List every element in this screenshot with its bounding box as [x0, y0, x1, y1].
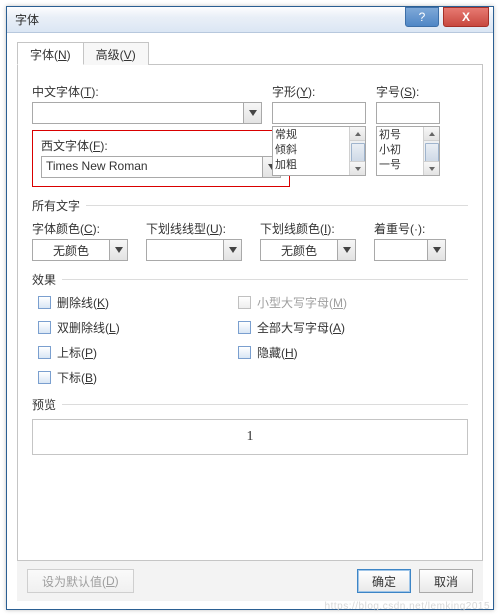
row1-labels: 中文字体(T): 字形(Y): 字号(S): [32, 83, 468, 100]
scrollbar[interactable] [423, 127, 439, 175]
font-size-label: 字号(S): [376, 83, 456, 100]
effects-area: 删除线(K) 双删除线(L) 上标(P) 下标(B) 小型大写字母(M) 全部大… [32, 294, 468, 386]
hidden-checkbox[interactable]: 隐藏(H) [238, 344, 468, 361]
checkbox-icon [38, 371, 51, 384]
underline-style-label: 下划线线型(U): [146, 220, 260, 237]
checkbox-icon [238, 296, 251, 309]
font-color-combo[interactable]: 无颜色 [32, 239, 128, 261]
scroll-up-icon[interactable] [350, 127, 365, 141]
titlebar: 字体 ? X [7, 7, 493, 33]
preview-text: 1 [247, 429, 254, 445]
underline-style-value [147, 240, 223, 260]
western-font-value[interactable]: Times New Roman [42, 157, 262, 177]
font-color-value: 无颜色 [33, 240, 109, 260]
western-font-highlight: 西文字体(F): Times New Roman [32, 130, 290, 187]
chinese-font-value[interactable] [33, 103, 243, 123]
emphasis-label: 着重号(·): [374, 220, 454, 237]
emphasis-combo[interactable] [374, 239, 446, 261]
font-size-listbox[interactable]: 初号 小初 一号 [376, 126, 440, 176]
font-style-listbox[interactable]: 常规 倾斜 加粗 [272, 126, 366, 176]
set-default-button: 设为默认值(D) [27, 569, 134, 593]
font-size-input[interactable] [376, 102, 440, 124]
underline-color-combo[interactable]: 无颜色 [260, 239, 356, 261]
chevron-down-icon[interactable] [109, 240, 127, 260]
small-caps-checkbox: 小型大写字母(M) [238, 294, 468, 311]
tab-content: 中文字体(T): 字形(Y): 字号(S): [17, 65, 483, 561]
section-preview: 预览 [32, 396, 468, 413]
effects-right-column: 小型大写字母(M) 全部大写字母(A) 隐藏(H) [232, 294, 468, 386]
preview-box: 1 [32, 419, 468, 455]
superscript-checkbox[interactable]: 上标(P) [38, 344, 232, 361]
font-color-label: 字体颜色(C): [32, 220, 146, 237]
scrollbar[interactable] [349, 127, 365, 175]
underline-color-value: 无颜色 [261, 240, 337, 260]
section-all-text: 所有文字 [32, 197, 468, 214]
window-title: 字体 [15, 11, 39, 28]
checkbox-icon [238, 321, 251, 334]
font-dialog-window: 字体 ? X 字体(N) 高级(V) 中文字体(T): 字形(Y): [6, 6, 494, 610]
chinese-font-combo[interactable] [32, 102, 262, 124]
checkbox-icon [38, 296, 51, 309]
row2: 西文字体(F): Times New Roman 常规 倾斜 加粗 [32, 122, 468, 187]
tab-strip: 字体(N) 高级(V) [17, 41, 483, 65]
scroll-thumb[interactable] [351, 143, 365, 163]
dialog-body: 字体(N) 高级(V) 中文字体(T): 字形(Y): 字号(S): [7, 33, 493, 609]
chevron-down-icon[interactable] [243, 103, 261, 123]
chinese-font-label: 中文字体(T): [32, 83, 272, 100]
tab-advanced[interactable]: 高级(V) [83, 42, 149, 65]
row1-inputs [32, 102, 468, 124]
section-effects: 效果 [32, 271, 468, 288]
chevron-down-icon[interactable] [223, 240, 241, 260]
font-style-input[interactable] [272, 102, 366, 124]
underline-style-combo[interactable] [146, 239, 242, 261]
window-buttons: ? X [405, 7, 493, 27]
strikethrough-checkbox[interactable]: 删除线(K) [38, 294, 232, 311]
cancel-button[interactable]: 取消 [419, 569, 473, 593]
ok-button[interactable]: 确定 [357, 569, 411, 593]
scroll-thumb[interactable] [425, 143, 439, 163]
font-style-label: 字形(Y): [272, 83, 376, 100]
checkbox-icon [38, 321, 51, 334]
chevron-down-icon[interactable] [337, 240, 355, 260]
chevron-down-icon[interactable] [427, 240, 445, 260]
scroll-down-icon[interactable] [350, 161, 365, 175]
scroll-down-icon[interactable] [424, 161, 439, 175]
all-text-row: 字体颜色(C): 无颜色 下划线线型(U): 下划线颜色(I): [32, 220, 468, 261]
help-button[interactable]: ? [405, 7, 439, 27]
scroll-up-icon[interactable] [424, 127, 439, 141]
close-button[interactable]: X [443, 7, 489, 27]
subscript-checkbox[interactable]: 下标(B) [38, 369, 232, 386]
effects-left-column: 删除线(K) 双删除线(L) 上标(P) 下标(B) [32, 294, 232, 386]
double-strikethrough-checkbox[interactable]: 双删除线(L) [38, 319, 232, 336]
checkbox-icon [38, 346, 51, 359]
all-caps-checkbox[interactable]: 全部大写字母(A) [238, 319, 468, 336]
watermark: https://blog.csdn.net/lemking2015 [325, 601, 490, 612]
dialog-footer: 设为默认值(D) 确定 取消 [17, 561, 483, 601]
western-font-label: 西文字体(F): [41, 137, 281, 154]
western-font-combo[interactable]: Times New Roman [41, 156, 281, 178]
emphasis-value [375, 240, 427, 260]
tab-font[interactable]: 字体(N) [17, 42, 84, 65]
checkbox-icon [238, 346, 251, 359]
underline-color-label: 下划线颜色(I): [260, 220, 374, 237]
